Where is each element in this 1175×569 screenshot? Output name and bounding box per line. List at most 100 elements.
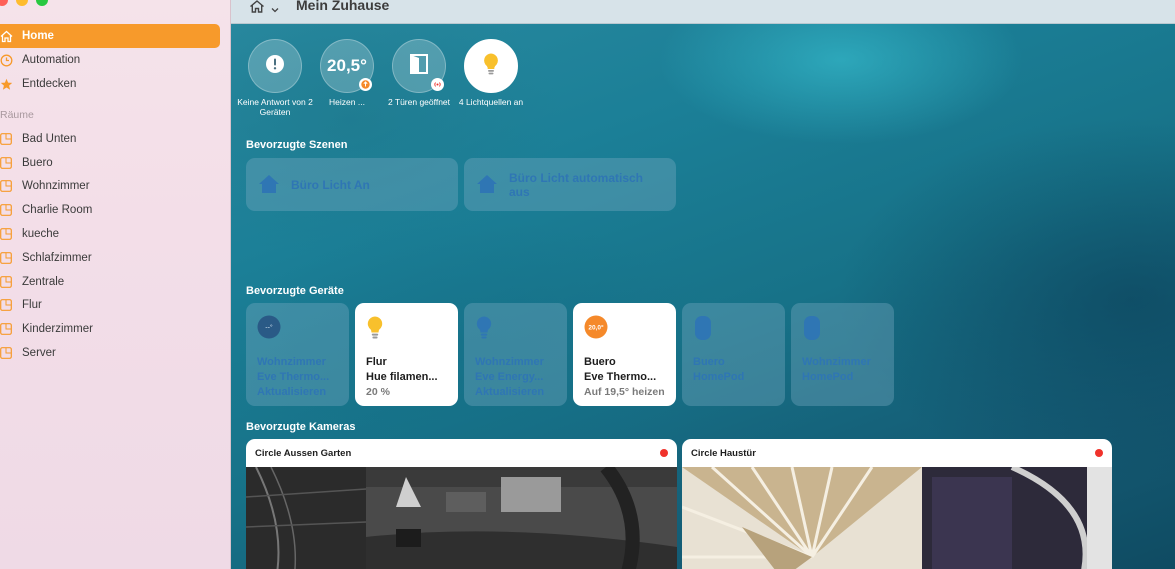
- scene-label: Büro Licht An: [291, 177, 370, 192]
- section-title-scenes: Bevorzugte Szenen: [246, 139, 348, 151]
- svg-text:20,0°: 20,0°: [588, 323, 604, 331]
- sidebar-item-room[interactable]: Buero: [0, 151, 220, 175]
- house-icon: [258, 174, 280, 199]
- status-label: Keine Antwort von 2 Geräten: [237, 97, 313, 117]
- homepod-icon: [693, 315, 713, 346]
- room-label: kueche: [22, 228, 60, 241]
- page-title: Mein Zuhause: [296, 0, 390, 13]
- sidebar-item-room[interactable]: Bad Unten: [0, 127, 220, 151]
- sidebar-item-label: Entdecken: [22, 78, 77, 90]
- thermostat-icon: 20,0°: [584, 315, 608, 344]
- room-icon: [0, 322, 14, 336]
- temperature-value: 20,5°: [327, 56, 367, 75]
- status-no-response[interactable]: Keine Antwort von 2 Geräten: [237, 39, 313, 117]
- house-icon: [476, 174, 498, 199]
- house-icon: [0, 29, 14, 43]
- status-label: 2 Türen geöffnet: [387, 97, 451, 107]
- sidebar: Home Automation Entdecken Räume Bad Unte…: [0, 0, 231, 569]
- room-icon: [0, 132, 14, 146]
- device-status: Aktualisieren: [475, 386, 545, 398]
- window-controls: [0, 0, 48, 6]
- star-icon: [0, 77, 14, 91]
- camera-feed: [682, 467, 1112, 569]
- status-heating[interactable]: 20,5° Heizen ...: [311, 39, 383, 117]
- device-room: Flur: [366, 356, 387, 368]
- sidebar-nav: Home Automation Entdecken: [0, 24, 220, 96]
- status-doors[interactable]: 2 Türen geöffnet: [383, 39, 455, 117]
- camera-tile[interactable]: Circle Haustür: [682, 439, 1112, 569]
- device-tile[interactable]: 20,0° Buero Eve Thermo... Auf 19,5° heiz…: [573, 303, 676, 406]
- thermostat-icon: [359, 78, 372, 91]
- device-tile[interactable]: Wohnzimmer Eve Energy... Aktualisieren: [464, 303, 567, 406]
- room-icon: [0, 156, 14, 170]
- room-label: Charlie Room: [22, 204, 93, 217]
- sidebar-item-automation[interactable]: Automation: [0, 48, 220, 72]
- device-name: HomePod: [802, 371, 854, 383]
- room-icon: [0, 227, 14, 241]
- scene-buero-licht-an[interactable]: Büro Licht An: [246, 158, 458, 211]
- device-status: Auf 19,5° heizen: [584, 386, 665, 398]
- clock-icon: [0, 53, 14, 67]
- camera-label: Circle Haustür: [691, 447, 756, 459]
- rooms-heading: Räume: [0, 109, 34, 121]
- sidebar-item-room[interactable]: Charlie Room: [0, 198, 220, 222]
- camera-tile[interactable]: Circle Aussen Garten: [246, 439, 677, 569]
- svg-text:--°: --°: [265, 324, 273, 332]
- room-label: Bad Unten: [22, 132, 77, 145]
- room-icon: [0, 203, 14, 217]
- sidebar-item-room[interactable]: Flur: [0, 294, 220, 318]
- sensor-icon: [431, 78, 444, 91]
- lightbulb-icon: [366, 315, 384, 346]
- chevron-down-icon: [271, 0, 279, 18]
- rooms-list: Bad Unten Buero Wohnzimmer Charlie Room …: [0, 127, 220, 365]
- device-room: Buero: [693, 356, 725, 368]
- sidebar-item-home[interactable]: Home: [0, 24, 220, 48]
- section-title-devices: Bevorzugte Geräte: [246, 285, 344, 297]
- close-window-button[interactable]: [0, 0, 8, 6]
- sidebar-item-label: Automation: [22, 54, 81, 66]
- scene-label: Büro Licht automatisch aus: [509, 170, 644, 199]
- device-name: Eve Thermo...: [584, 371, 657, 383]
- device-name: Eve Energy...: [475, 371, 544, 383]
- room-icon: [0, 346, 14, 360]
- sidebar-item-room[interactable]: Kinderzimmer: [0, 317, 220, 341]
- device-status: 20 %: [366, 386, 390, 398]
- exclamation-icon: [265, 54, 285, 79]
- device-room: Buero: [584, 356, 616, 368]
- device-name: HomePod: [693, 371, 745, 383]
- status-label: 4 Lichtquellen an: [458, 97, 524, 107]
- recording-indicator: [660, 449, 668, 457]
- status-circle: 20,5°: [320, 39, 374, 93]
- device-name: Eve Thermo...: [257, 371, 330, 383]
- sidebar-item-entdecken[interactable]: Entdecken: [0, 72, 220, 96]
- room-label: Wohnzimmer: [22, 180, 90, 193]
- home-menu-button[interactable]: [249, 0, 279, 18]
- sidebar-item-room[interactable]: Wohnzimmer: [0, 175, 220, 199]
- device-tile[interactable]: Flur Hue filamen... 20 %: [355, 303, 458, 406]
- minimize-window-button[interactable]: [16, 0, 28, 6]
- main-content: Mein Zuhause Keine Antwort von 2 Geräten…: [231, 0, 1175, 569]
- room-label: Server: [22, 347, 56, 360]
- device-tile[interactable]: --° Wohnzimmer Eve Thermo... Aktualisier…: [246, 303, 349, 406]
- scene-buero-licht-automatisch-aus[interactable]: Büro Licht automatisch aus: [464, 158, 676, 211]
- room-icon: [0, 251, 14, 265]
- sidebar-item-room[interactable]: Server: [0, 341, 220, 365]
- sidebar-item-label: Home: [22, 30, 54, 42]
- status-lights[interactable]: 4 Lichtquellen an: [455, 39, 527, 117]
- door-icon: [407, 52, 431, 81]
- zoom-window-button[interactable]: [36, 0, 48, 6]
- sidebar-item-room[interactable]: Schlafzimmer: [0, 246, 220, 270]
- device-tile[interactable]: Wohnzimmer HomePod: [791, 303, 894, 406]
- room-label: Zentrale: [22, 275, 65, 288]
- room-label: Kinderzimmer: [22, 323, 93, 336]
- sidebar-item-room[interactable]: Zentrale: [0, 270, 220, 294]
- room-icon: [0, 298, 14, 312]
- toolbar: Mein Zuhause: [231, 0, 1175, 24]
- sidebar-item-room[interactable]: kueche: [0, 222, 220, 246]
- status-circle: [464, 39, 518, 93]
- homepod-icon: [802, 315, 822, 346]
- device-tile[interactable]: Buero HomePod: [682, 303, 785, 406]
- camera-label: Circle Aussen Garten: [255, 447, 352, 459]
- status-circle: [392, 39, 446, 93]
- thermostat-icon: --°: [257, 315, 281, 344]
